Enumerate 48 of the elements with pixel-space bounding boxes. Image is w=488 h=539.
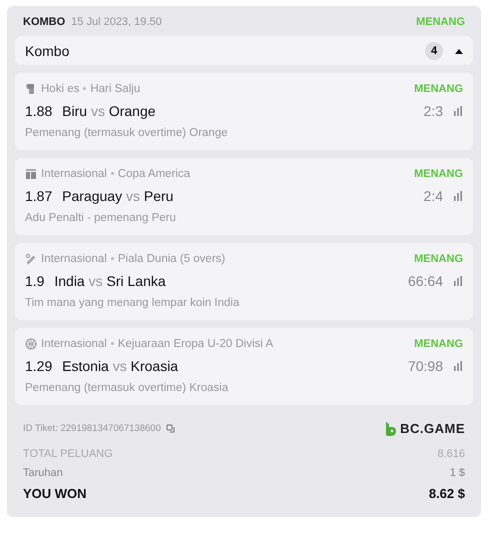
- league-label: Piala Dunia (5 overs): [118, 253, 226, 265]
- status-label: MENANG: [416, 16, 465, 28]
- match-title: 1.9 India vs Sri Lanka: [25, 273, 167, 289]
- stats-icon[interactable]: [453, 191, 463, 201]
- bet-date: 15 Jul 2023, 19.50: [71, 16, 163, 28]
- caret-icon[interactable]: [455, 48, 463, 54]
- market-text: Adu Penalti - pemenang Peru: [25, 212, 177, 224]
- basketball-icon: [25, 338, 37, 350]
- cricket-icon: [25, 253, 37, 265]
- match-title: 1.88 Biru vs Orange: [25, 103, 157, 119]
- market-text: Pemenang (termasuk overtime) Kroasia: [25, 382, 230, 394]
- summary-label: TOTAL PELUANG: [23, 448, 113, 460]
- market-text: Pemenang (termasuk overtime) Orange: [25, 127, 229, 139]
- category-label: Internasional: [41, 168, 107, 180]
- category-label: Internasional: [41, 253, 107, 265]
- status-label: MENANG: [414, 338, 463, 350]
- bet-type: KOMBO: [23, 16, 66, 28]
- summary-value: 8.62 $: [428, 486, 465, 501]
- match-title: 1.87 Paraguay vs Peru: [25, 188, 174, 204]
- category-label: Internasional: [41, 338, 107, 350]
- stats-icon[interactable]: [453, 276, 463, 286]
- market-text: Tim mana yang menang lempar koin India: [25, 297, 240, 309]
- copy-icon[interactable]: [166, 424, 176, 434]
- logo-icon: [385, 422, 398, 436]
- brand-name: BC.GAME: [400, 421, 465, 436]
- league-label: Copa America: [118, 168, 190, 180]
- league-label: Kejuaraan Eropa U-20 Divisi A: [118, 338, 274, 350]
- stats-icon[interactable]: [453, 106, 463, 116]
- summary-value: 1 $: [450, 467, 465, 479]
- game-icon: [25, 168, 37, 180]
- league-label: Hari Salju: [90, 83, 140, 95]
- match-title: 1.29 Estonia vs Kroasia: [25, 358, 180, 374]
- combo-label: Kombo: [25, 42, 70, 58]
- combo-toggle[interactable]: Kombo 4: [15, 36, 473, 65]
- score: 2:3: [424, 103, 443, 119]
- category-label: Hoki es: [41, 83, 80, 95]
- summary-label: YOU WON: [23, 486, 87, 501]
- score: 66:64: [408, 273, 443, 289]
- score: 2:4: [424, 188, 443, 204]
- status-label: MENANG: [414, 83, 463, 95]
- count-badge: 4: [425, 42, 443, 60]
- status-label: MENANG: [414, 168, 463, 180]
- summary-label: Taruhan: [23, 467, 63, 479]
- summary-value: 8.616: [437, 448, 465, 460]
- ticket-id: ID Tiket: 2291981347067138600: [23, 423, 161, 434]
- score: 70:98: [408, 358, 443, 374]
- status-label: MENANG: [414, 253, 463, 265]
- stats-icon[interactable]: [453, 361, 463, 371]
